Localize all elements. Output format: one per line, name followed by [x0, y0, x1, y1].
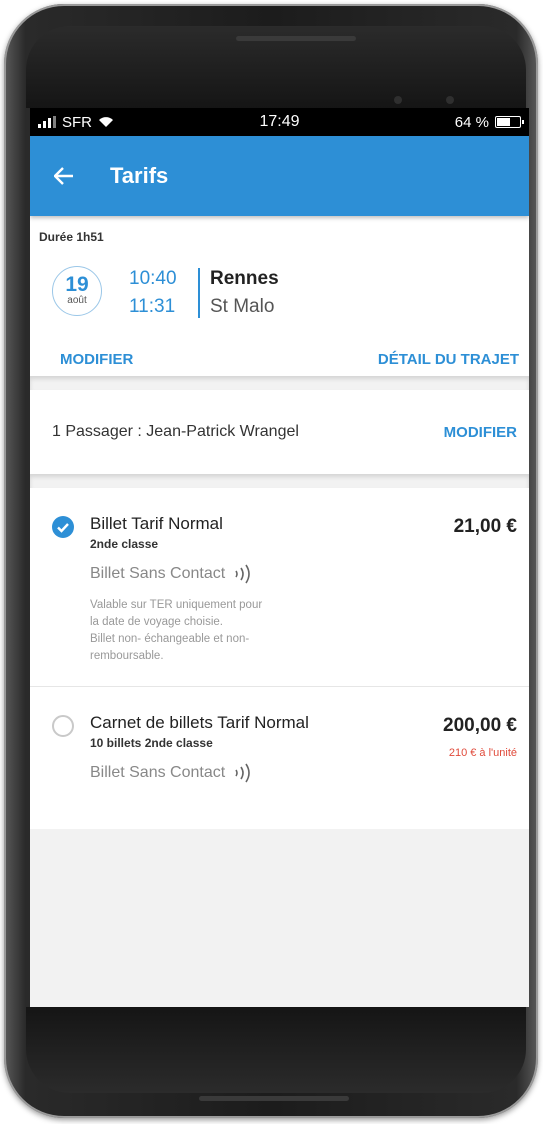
- status-bar: SFR 17:49 64 %: [30, 108, 529, 136]
- section-gap: [30, 474, 529, 488]
- contactless-text: Billet Sans Contact: [90, 565, 226, 582]
- offer-price: 200,00 €: [443, 715, 517, 736]
- date-month: août: [67, 295, 87, 306]
- top-bezel: [26, 26, 526, 108]
- arrow-left-icon[interactable]: [52, 164, 76, 188]
- offer-item[interactable]: Billet Tarif Normal 2nde classe Billet S…: [30, 488, 529, 686]
- offer-item[interactable]: Carnet de billets Tarif Normal 10 billet…: [30, 687, 529, 829]
- contactless-icon: [235, 564, 250, 584]
- unit-price: 210 € à l'unité: [448, 747, 517, 759]
- passenger-row: 1 Passager : Jean-Patrick Wrangel MODIFI…: [30, 390, 529, 474]
- trip-times: 10:40 11:31: [129, 265, 177, 321]
- offer-class: 2nde classe: [90, 537, 159, 551]
- offer-price: 21,00 €: [453, 516, 517, 537]
- offer-condition-line: Valable sur TER uniquement pour: [90, 599, 263, 611]
- bottom-speaker: [199, 1096, 349, 1101]
- offer-condition-line: Billet non- échangeable et non-: [90, 633, 250, 645]
- departure-time: 10:40: [129, 268, 177, 289]
- arrival-station: St Malo: [210, 296, 275, 317]
- section-gap: [30, 376, 529, 390]
- page-title: Tarifs: [110, 163, 169, 188]
- passenger-label: 1 Passager : Jean-Patrick Wrangel: [52, 423, 299, 440]
- contactless-icon: [235, 763, 250, 783]
- trip-duration: Durée 1h51: [39, 230, 104, 244]
- battery-icon: [495, 116, 524, 128]
- offer-price-block: 200,00 € 210 € à l'unité: [443, 715, 517, 759]
- checkmark-icon[interactable]: [52, 516, 74, 538]
- timeline-divider: [198, 268, 200, 318]
- proximity-sensor: [446, 96, 454, 104]
- screen: SFR 17:49 64 % Tarifs Durée 1h51 19 août: [30, 108, 529, 1007]
- contactless-label: Billet Sans Contact: [90, 563, 517, 585]
- radio-unchecked-icon[interactable]: [52, 715, 74, 737]
- offer-condition-line: remboursable.: [90, 650, 164, 662]
- modify-passenger-button[interactable]: MODIFIER: [444, 424, 517, 441]
- trip-stations: Rennes St Malo: [210, 265, 279, 321]
- contactless-text: Billet Sans Contact: [90, 764, 226, 781]
- date-day: 19: [65, 273, 89, 296]
- earpiece-speaker: [236, 36, 356, 41]
- app-bar: Tarifs: [30, 136, 529, 216]
- bottom-bezel: [26, 1007, 526, 1093]
- date-badge: 19 août: [52, 266, 102, 316]
- phone-frame: SFR 17:49 64 % Tarifs Durée 1h51 19 août: [4, 4, 538, 1118]
- front-camera: [394, 96, 402, 104]
- contactless-label: Billet Sans Contact: [90, 762, 517, 784]
- trip-summary: Durée 1h51 19 août 10:40 11:31 Rennes St…: [30, 216, 529, 376]
- trip-actions: MODIFIER DÉTAIL DU TRAJET: [30, 351, 529, 368]
- offer-condition-line: la date de voyage choisie.: [90, 616, 223, 628]
- arrival-time: 11:31: [129, 296, 176, 317]
- offers-list: Billet Tarif Normal 2nde classe Billet S…: [30, 488, 529, 829]
- offer-conditions: Valable sur TER uniquement pour la date …: [90, 597, 340, 665]
- trip-details-button[interactable]: DÉTAIL DU TRAJET: [378, 351, 519, 368]
- battery-percent: 64 %: [454, 113, 489, 131]
- departure-station: Rennes: [210, 268, 279, 289]
- modify-trip-button[interactable]: MODIFIER: [60, 351, 133, 368]
